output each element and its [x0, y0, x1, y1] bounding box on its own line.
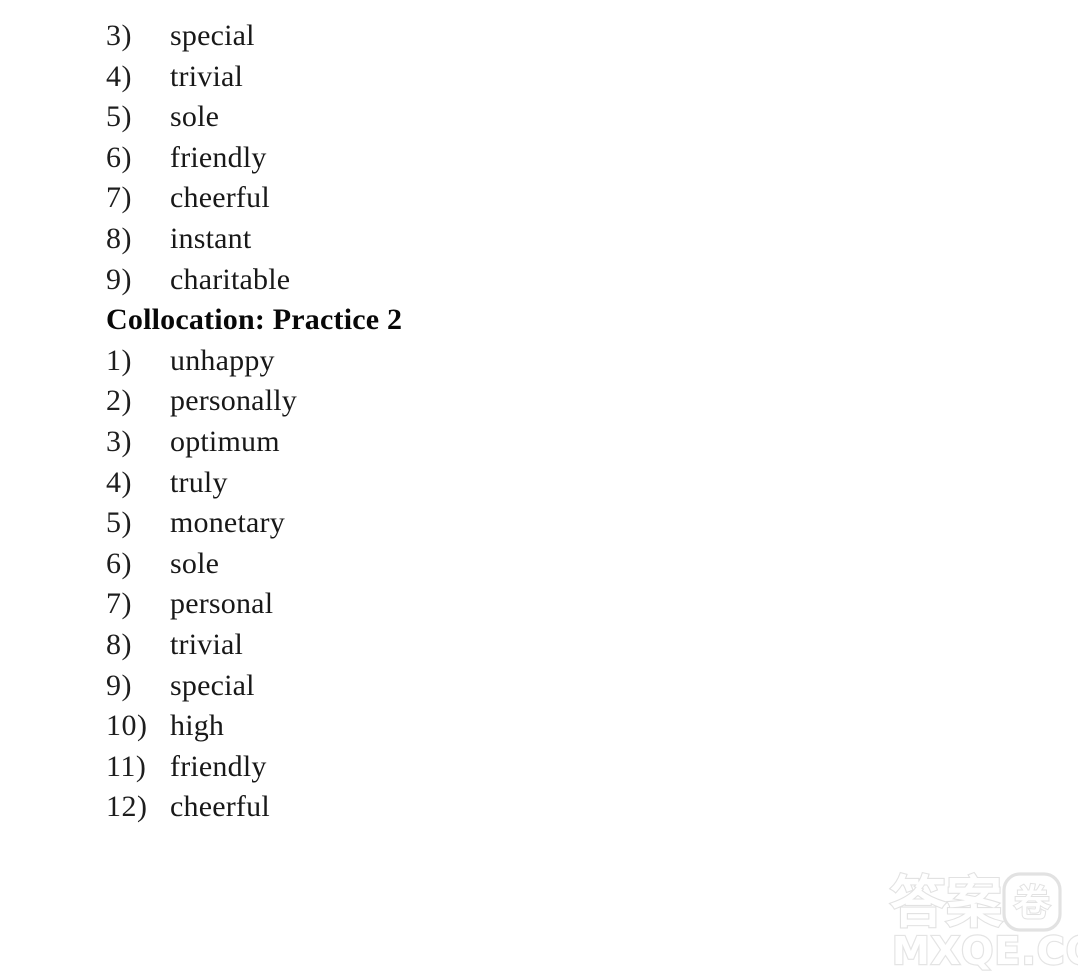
answer-list-container: 3) special 4) trivial 5) sole 6) friendly 7) chee… — [106, 16, 706, 828]
answer-item: 3) optimum — [106, 422, 706, 463]
watermark-badge-char: 卷 — [1014, 883, 1051, 924]
answer-number: 7) — [106, 587, 132, 621]
answer-item: 4) trivial — [106, 57, 706, 98]
answer-number: 11) — [106, 749, 147, 783]
answer-item: 5) monetary — [106, 503, 706, 544]
answer-word: optimum — [170, 424, 280, 458]
answer-number: 8) — [106, 221, 132, 255]
answer-item: 9) charitable — [106, 260, 706, 301]
answer-number: 2) — [106, 384, 132, 418]
answer-number: 6) — [106, 140, 132, 174]
answer-word: high — [170, 709, 225, 743]
answer-item: 7) personal — [106, 584, 706, 625]
answer-item: 3) special — [106, 16, 706, 57]
answer-word: personal — [170, 587, 274, 621]
answer-number: 6) — [106, 546, 132, 580]
section-heading: Collocation: Practice 2 — [106, 303, 403, 337]
answer-word: cheerful — [170, 181, 270, 215]
answer-number: 7) — [106, 181, 132, 215]
answer-number: 1) — [106, 343, 132, 377]
answer-number: 3) — [106, 424, 132, 458]
answer-word: instant — [170, 221, 252, 255]
answer-word: trivial — [170, 627, 244, 661]
answer-word: monetary — [170, 506, 285, 540]
answer-word: personally — [170, 384, 297, 418]
answer-word: charitable — [170, 262, 291, 296]
answer-item: 4) truly — [106, 463, 706, 504]
answer-word: trivial — [170, 59, 244, 93]
answer-number: 12) — [106, 790, 148, 824]
answer-item: 8) instant — [106, 219, 706, 260]
answer-item: 6) sole — [106, 544, 706, 585]
answer-word: friendly — [170, 140, 267, 174]
answer-number: 9) — [106, 262, 132, 296]
watermark-badge-ring — [1002, 872, 1062, 932]
document-page: 3) special 4) trivial 5) sole 6) friendly 7) chee… — [0, 0, 1080, 975]
answer-number: 4) — [106, 59, 132, 93]
answer-word: friendly — [170, 749, 267, 783]
answer-number: 4) — [106, 465, 132, 499]
answer-item: 9) special — [106, 666, 706, 707]
answer-word: cheerful — [170, 790, 270, 824]
answer-item: 7) cheerful — [106, 178, 706, 219]
answer-number: 3) — [106, 19, 132, 52]
answer-item: 10) high — [106, 706, 706, 747]
answer-item: 5) sole — [106, 97, 706, 138]
answer-word: truly — [170, 465, 228, 499]
answer-item: 1) unhappy — [106, 341, 706, 382]
answer-number: 10) — [106, 709, 148, 743]
answer-item: 8) trivial — [106, 625, 706, 666]
watermark-cjk-text: 答案 — [890, 871, 1003, 936]
answer-item: 2) personally — [106, 381, 706, 422]
answer-number: 8) — [106, 627, 132, 661]
answer-word: unhappy — [170, 343, 275, 377]
answer-word: sole — [170, 546, 220, 580]
site-watermark: 答案 卷 MXQE.COM — [888, 866, 1078, 974]
answer-item: 6) friendly — [106, 138, 706, 179]
answer-word: special — [170, 19, 255, 52]
answer-number: 5) — [106, 506, 132, 540]
answer-number: 9) — [106, 668, 132, 702]
watermark-domain-text: MXQE.COM — [892, 929, 1078, 973]
answer-item: 11) friendly — [106, 747, 706, 788]
answer-item: 12) cheerful — [106, 787, 706, 828]
answer-word: sole — [170, 100, 220, 134]
answer-number: 5) — [106, 100, 132, 134]
answer-word: special — [170, 668, 255, 702]
